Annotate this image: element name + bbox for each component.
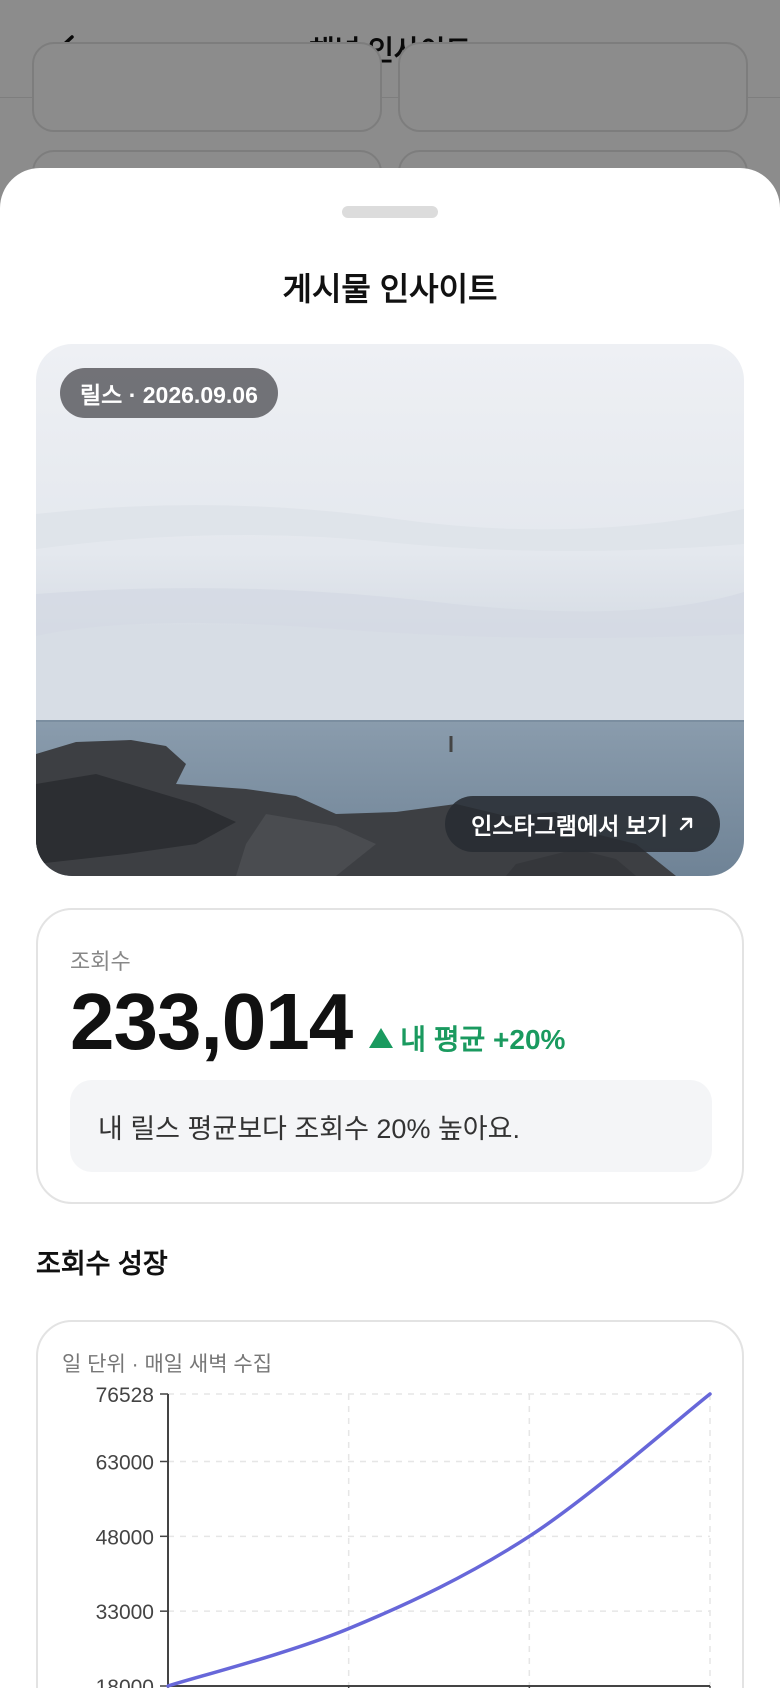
y-tick-label: 76528 [96,1384,154,1407]
growth-section-title: 조회수 성장 [36,1249,168,1279]
views-value: 233,014 [70,977,353,1066]
open-in-instagram-label: 인스타그램에서 보기 [471,813,668,839]
y-tick-label: 18000 [96,1676,154,1688]
growth-chart-card: 일 단위 · 매일 새벽 수집 18000 33000 48000 63000 7652… [36,1320,744,1688]
views-stat-card: 조회수 233,014 내 평균 +20% 내 릴스 평균보다 조회수 20% … [36,908,744,1204]
views-delta: 내 평균 +20% [368,1018,565,1058]
views-growth-chart: 180003300048000630007652809.0509.0609.07… [96,1384,712,1688]
series-line [166,1392,712,1688]
post-thumbnail: 릴스 · 2026.09.06 인스타그램에서 보기 [36,344,744,876]
views-note: 내 릴스 평균보다 조회수 20% 높아요. [70,1080,712,1172]
views-label: 조회수 [70,949,131,974]
y-tick-label: 33000 [96,1601,154,1624]
triangle-up-icon [369,1028,394,1048]
sheet-title: 게시물 인사이트 [282,271,498,307]
y-tick-label: 48000 [96,1526,154,1549]
open-in-instagram-button[interactable]: 인스타그램에서 보기 [445,796,720,852]
post-type-date-badge: 릴스 · 2026.09.06 [60,368,278,418]
sheet-drag-handle[interactable] [342,206,438,218]
y-tick-label: 63000 [96,1451,154,1474]
arrow-up-right-icon [679,817,693,831]
bottom-sheet: 게시물 인사이트 릴스 · 2026.09.06 인스타그램에서 보기 조회수 … [0,168,780,1688]
views-delta-text: 내 평균 +20% [400,1024,566,1055]
